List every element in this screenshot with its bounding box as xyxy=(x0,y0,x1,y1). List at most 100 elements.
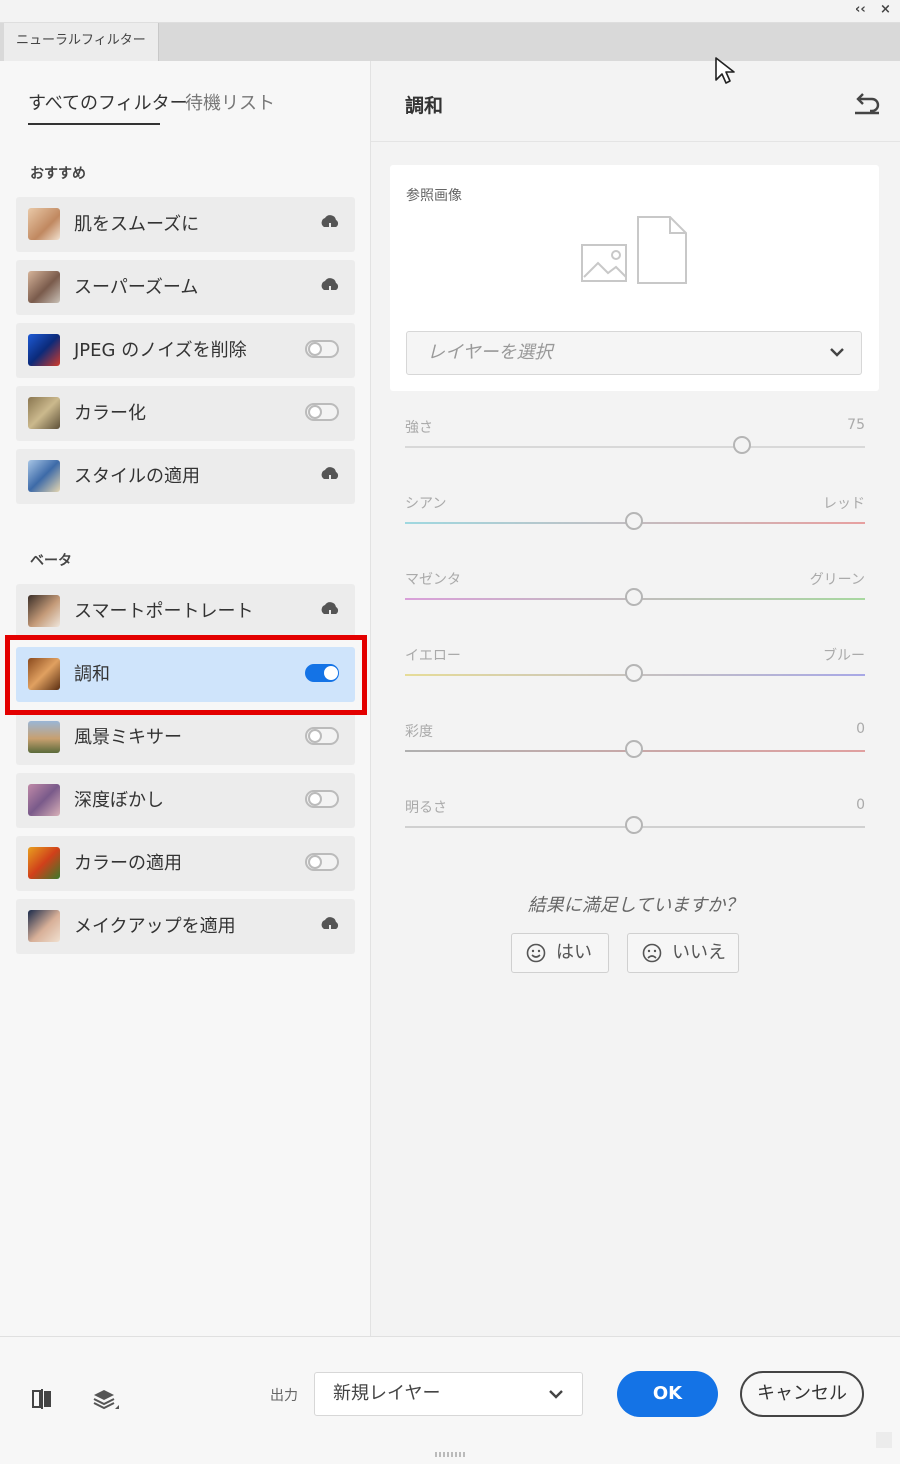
slider-thumb[interactable] xyxy=(625,816,643,834)
filter-name: スマートポートレート xyxy=(74,601,254,622)
slider-track xyxy=(405,446,865,448)
filter-item-super-zoom[interactable]: スーパーズーム xyxy=(16,260,355,315)
filter-toggle[interactable] xyxy=(305,403,339,421)
filter-item-landscape-mixer[interactable]: 風景ミキサー xyxy=(16,710,355,765)
collapse-panel-icon[interactable]: ‹‹ xyxy=(855,2,866,17)
filter-toggle[interactable] xyxy=(305,340,339,358)
toggle-knob xyxy=(308,792,322,806)
filter-name: 深度ぼかし xyxy=(74,790,164,811)
jpeg-artifact-icon xyxy=(28,334,60,366)
filter-name: カラーの適用 xyxy=(74,853,182,874)
filter-settings-panel: 調和 参照画像 レイヤーを選択 強さ 75 シアン レッド マゼンタ グリーン … xyxy=(371,61,900,1336)
filter-name: スタイルの適用 xyxy=(74,466,200,487)
filter-item-makeup-transfer[interactable]: メイクアップを適用 xyxy=(16,899,355,954)
filter-title: 調和 xyxy=(405,95,444,117)
slider-label-right: ブルー xyxy=(823,648,865,664)
magenta-green-slider[interactable]: マゼンタ グリーン xyxy=(405,569,865,609)
tab-all-filters[interactable]: すべてのフィルター xyxy=(28,89,188,115)
ok-button[interactable]: OK xyxy=(617,1371,718,1417)
slider-thumb[interactable] xyxy=(733,436,751,454)
strength-slider[interactable]: 強さ 75 xyxy=(405,417,865,457)
slider-thumb[interactable] xyxy=(625,588,643,606)
toggle-knob xyxy=(308,405,322,419)
cloud-download-icon[interactable] xyxy=(319,278,341,296)
feedback-yes-label: はい xyxy=(556,942,592,963)
filter-name: スーパーズーム xyxy=(74,277,199,298)
frown-icon xyxy=(642,943,662,963)
reference-image-label: 参照画像 xyxy=(406,188,462,204)
smile-icon xyxy=(526,943,546,963)
filter-item-colorize[interactable]: カラー化 xyxy=(16,386,355,441)
portrait-super-zoom-icon xyxy=(28,271,60,303)
cloud-download-icon[interactable] xyxy=(319,917,341,935)
slider-label-right: グリーン xyxy=(809,572,865,588)
slider-label-left: マゼンタ xyxy=(405,572,461,588)
compare-split-view-icon[interactable] xyxy=(30,1388,54,1410)
smart-portrait-icon xyxy=(28,595,60,627)
cloud-download-icon[interactable] xyxy=(319,215,341,233)
makeup-transfer-icon xyxy=(28,910,60,942)
filter-name: 肌をスムーズに xyxy=(74,214,200,235)
filter-toggle[interactable] xyxy=(305,727,339,745)
image-placeholder-icon xyxy=(581,216,687,284)
mouse-cursor-icon xyxy=(715,57,735,84)
layers-icon[interactable] xyxy=(92,1388,120,1414)
filter-name: 風景ミキサー xyxy=(74,727,182,748)
filter-toggle[interactable] xyxy=(305,853,339,871)
feedback-no-button[interactable]: いいえ xyxy=(627,933,739,973)
reset-icon[interactable] xyxy=(852,91,882,115)
window-titlebar: ‹‹ × xyxy=(0,0,900,23)
filter-item-color-transfer[interactable]: カラーの適用 xyxy=(16,836,355,891)
slider-thumb[interactable] xyxy=(625,512,643,530)
section-label-featured: おすすめ xyxy=(30,166,86,182)
yellow-blue-slider[interactable]: イエロー ブルー xyxy=(405,645,865,685)
slider-label-right: レッド xyxy=(823,496,865,512)
selection-highlight-box xyxy=(5,635,367,715)
filter-item-style-transfer[interactable]: スタイルの適用 xyxy=(16,449,355,504)
filter-item-jpeg-artifact[interactable]: JPEG のノイズを削除 xyxy=(16,323,355,378)
filter-name: カラー化 xyxy=(74,403,146,424)
slider-thumb[interactable] xyxy=(625,664,643,682)
panel-tab-strip: ニューラルフィルター xyxy=(0,23,900,61)
color-transfer-icon xyxy=(28,847,60,879)
slider-thumb[interactable] xyxy=(625,740,643,758)
layer-select-dropdown[interactable]: レイヤーを選択 xyxy=(406,331,862,375)
cyan-red-slider[interactable]: シアン レッド xyxy=(405,493,865,533)
landscape-mixer-icon xyxy=(28,721,60,753)
filter-name: JPEG のノイズを削除 xyxy=(74,340,247,361)
toggle-knob xyxy=(308,855,322,869)
slider-label: 明るさ xyxy=(405,800,447,816)
filter-item-smooth-skin[interactable]: 肌をスムーズに xyxy=(16,197,355,252)
slider-label-left: シアン xyxy=(405,496,447,512)
layer-select-placeholder: レイヤーを選択 xyxy=(427,342,553,363)
slider-label: 強さ xyxy=(405,420,433,436)
portrait-smooth-skin-icon xyxy=(28,208,60,240)
filter-item-smart-portrait[interactable]: スマートポートレート xyxy=(16,584,355,639)
filter-name: メイクアップを適用 xyxy=(74,916,236,937)
output-select-value: 新規レイヤー xyxy=(333,1383,441,1404)
saturation-slider[interactable]: 彩度 0 xyxy=(405,721,865,761)
slider-label: 彩度 xyxy=(405,724,433,740)
slider-value: 0 xyxy=(856,797,865,813)
reference-image-card: 参照画像 レイヤーを選択 xyxy=(390,165,879,391)
feedback-yes-button[interactable]: はい xyxy=(511,933,609,973)
corner-resize-handle[interactable] xyxy=(876,1432,892,1448)
cancel-button[interactable]: キャンセル xyxy=(740,1371,864,1417)
feedback-question: 結果に満足していますか？ xyxy=(527,895,744,916)
output-select[interactable]: 新規レイヤー xyxy=(314,1372,583,1416)
filter-item-depth-blur[interactable]: 深度ぼかし xyxy=(16,773,355,828)
filter-toggle[interactable] xyxy=(305,790,339,808)
style-transfer-icon xyxy=(28,460,60,492)
header-divider xyxy=(371,141,900,142)
toggle-knob xyxy=(308,342,322,356)
close-panel-icon[interactable]: × xyxy=(880,2,891,17)
depth-blur-icon xyxy=(28,784,60,816)
output-label: 出力 xyxy=(270,1388,298,1404)
panel-tab-neural-filters[interactable]: ニューラルフィルター xyxy=(4,23,159,61)
cloud-download-icon[interactable] xyxy=(319,602,341,620)
cloud-download-icon[interactable] xyxy=(319,467,341,485)
brightness-slider[interactable]: 明るさ 0 xyxy=(405,797,865,837)
resize-grip[interactable] xyxy=(435,1452,465,1457)
toggle-knob xyxy=(308,729,322,743)
tab-wait-list[interactable]: 待機リスト xyxy=(185,89,275,115)
